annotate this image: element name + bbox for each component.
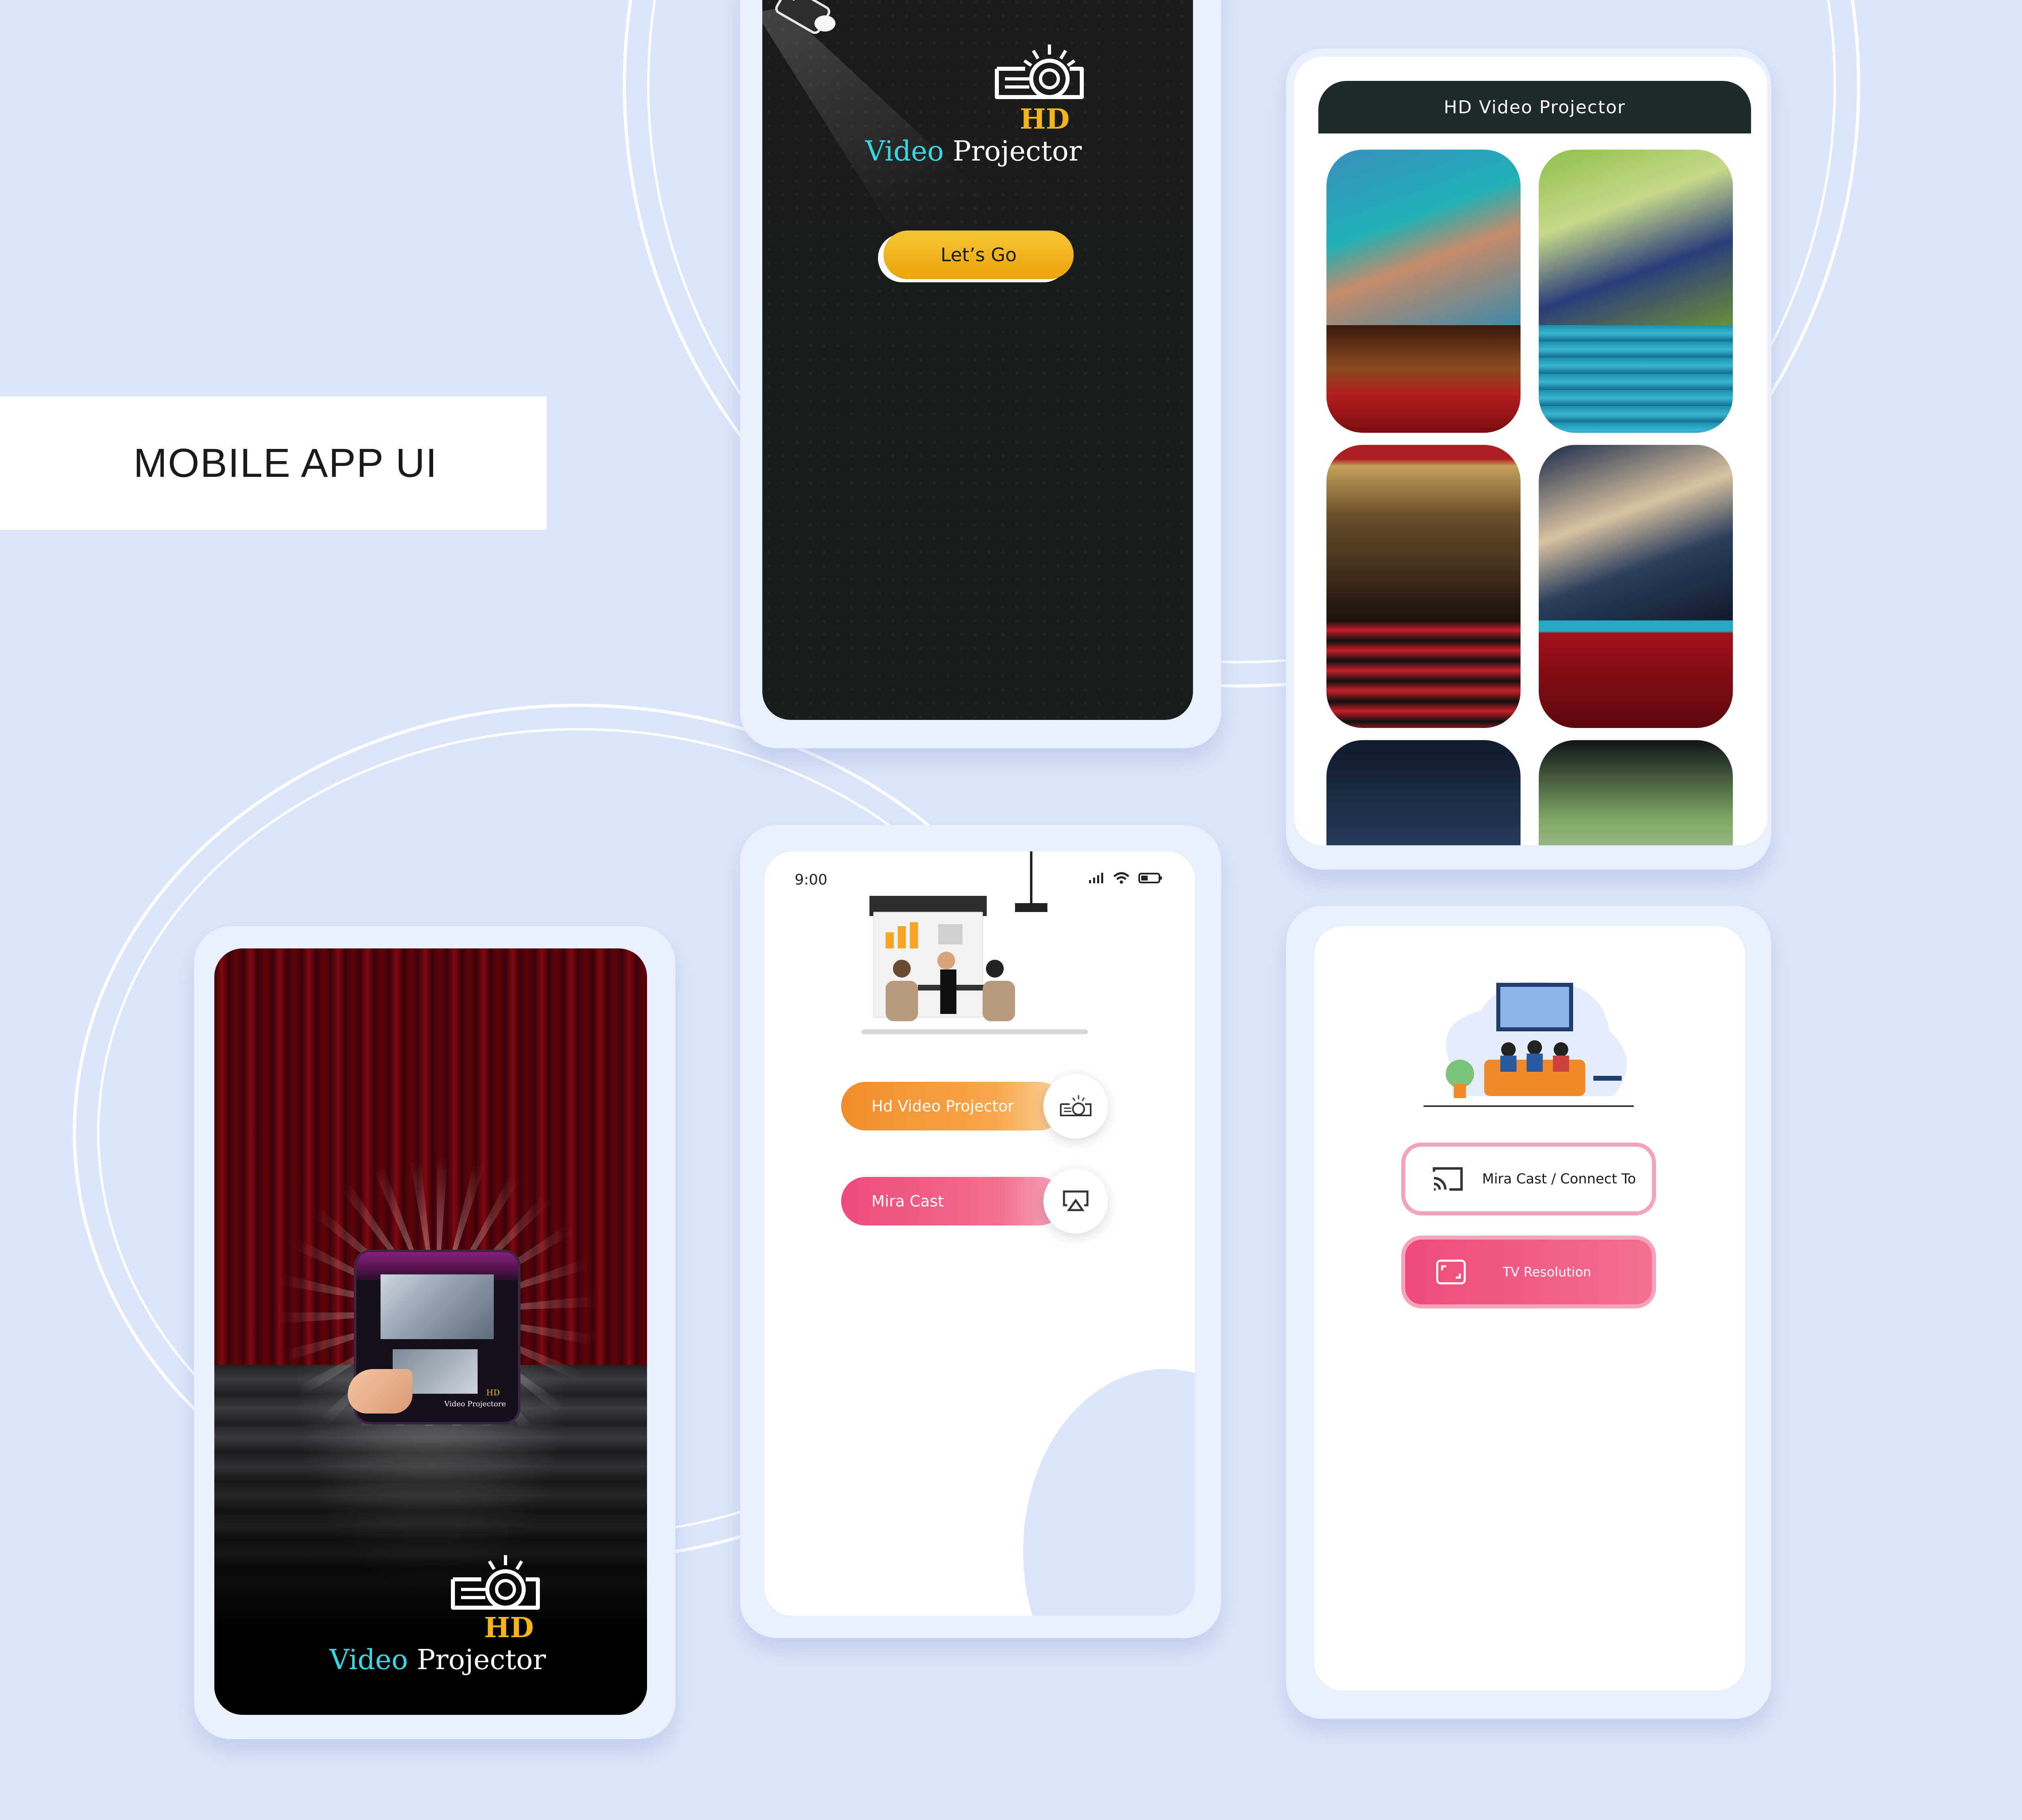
grid-header: HD Video Projector [1318,81,1751,133]
tv-watching-illustration [1423,981,1634,1107]
curtain-logo: HD Video Projector [311,1612,546,1676]
signal-icon [1089,873,1103,883]
mira-cast-connect-button[interactable]: Mira Cast / Connect To [1401,1143,1656,1215]
projector-icon [1060,1095,1091,1116]
video-tile[interactable] [1326,445,1521,728]
page-label: MOBILE APP UI [133,440,438,486]
mini-logo-hd: HD [486,1388,500,1397]
hand-holding-phone [348,1369,412,1414]
video-tile[interactable] [1539,740,1733,845]
curtain-logo-title: Video Projector [311,1644,546,1676]
mira-cast-label: Mira Cast [871,1192,944,1210]
hd-video-projector-button[interactable]: Hd Video Projector [841,1082,1064,1130]
splash-logo-title: Video Projector [855,135,1082,167]
grid-title: HD Video Projector [1444,97,1626,118]
grid-screen: HD Video Projector [1294,57,1767,845]
projector-button-circle[interactable] [1043,1074,1108,1139]
battery-icon [1138,873,1162,883]
tv-resolution-button[interactable]: TV Resolution [1401,1236,1656,1308]
meeting-illustration [861,851,1088,1034]
wifi-icon [1113,872,1129,884]
curtain-logo-hd: HD [484,1612,534,1644]
lets-go-button[interactable]: Let’s Go [884,231,1074,279]
airplay-icon [1063,1190,1089,1211]
splash-logo: HD Video Projector [855,103,1082,167]
hd-video-projector-label: Hd Video Projector [871,1097,1014,1115]
status-time: 9:00 [795,872,827,888]
mira-cast-button[interactable]: Mira Cast [841,1177,1064,1225]
splash-logo-video: Video [865,135,944,167]
video-tile[interactable] [1539,445,1733,728]
video-tile[interactable] [1326,150,1521,433]
curtain-logo-video: Video [329,1644,408,1676]
page-label-box: MOBILE APP UI [0,396,547,530]
splash-screen: HD Video Projector Let’s Go [762,0,1193,720]
mira-cast-button-circle[interactable] [1043,1169,1108,1234]
video-tile[interactable] [1539,150,1733,433]
decor-blob-bottom [1023,1369,1195,1616]
curtain-logo-projector: Projector [417,1644,546,1676]
status-icons [1088,872,1163,885]
video-tile[interactable] [1326,740,1521,845]
mira-cast-connect-label: Mira Cast / Connect To [1482,1171,1636,1187]
menu-screen: 9:00 Hd Video Projector Mira Cast [764,851,1195,1616]
splash-logo-projector: Projector [952,135,1082,167]
tv-resolution-label: TV Resolution [1503,1264,1591,1280]
splash-logo-hd: HD [1019,103,1070,135]
connect-screen: Mira Cast / Connect To TV Resolution [1314,926,1745,1691]
resize-icon [1436,1259,1466,1285]
curtain-screen: HD Video Projectore HD Video Projector [214,948,647,1715]
cast-icon [1433,1167,1463,1191]
spotlight-icon [775,0,835,34]
mini-logo-label: Video Projectore [444,1400,506,1408]
